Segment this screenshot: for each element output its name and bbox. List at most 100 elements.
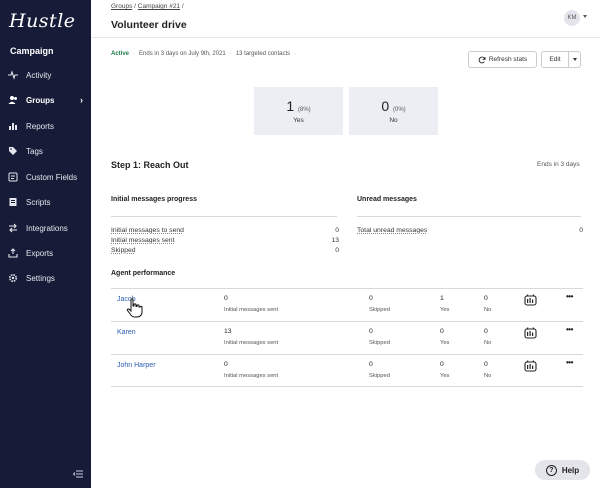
skipped-value: 0 bbox=[369, 295, 373, 302]
separator-dot: · bbox=[229, 51, 232, 57]
sidebar-item-exports[interactable]: Exports bbox=[0, 242, 91, 264]
targeted-contacts-text: 13 targeted contacts bbox=[235, 51, 291, 57]
chevron-down-icon bbox=[572, 58, 577, 61]
no-label: No bbox=[484, 307, 492, 313]
sidebar-item-custom-fields[interactable]: Custom Fields bbox=[0, 166, 91, 188]
progress-row-skipped: Skipped 0 bbox=[111, 247, 339, 254]
hustle-logo[interactable]: Hustle bbox=[9, 10, 76, 32]
sidebar-item-label: Custom Fields bbox=[26, 172, 78, 182]
separator-dot: · bbox=[133, 51, 136, 57]
header-divider bbox=[91, 37, 600, 38]
progress-heading: Initial messages progress bbox=[111, 196, 197, 203]
breadcrumb-campaign[interactable]: Campaign #21 bbox=[138, 3, 180, 10]
sent-value: 0 bbox=[224, 295, 228, 302]
more-options-icon[interactable]: ••• bbox=[566, 292, 573, 301]
skipped-value: 0 bbox=[369, 361, 373, 368]
hand-pointer-cursor-icon bbox=[126, 298, 143, 318]
sidebar-item-label: Activity bbox=[26, 70, 52, 80]
step-title: Step 1: Reach Out bbox=[111, 160, 189, 170]
yes-value: 0 bbox=[440, 361, 444, 368]
chevron-down-icon[interactable] bbox=[583, 15, 587, 18]
collapse-sidebar-icon[interactable] bbox=[73, 470, 83, 478]
unread-divider bbox=[357, 216, 581, 217]
unread-row-label: Total unread messages bbox=[357, 227, 428, 234]
main-content: Groups / Campaign #21 / Volunteer drive … bbox=[91, 0, 600, 488]
custom-fields-icon bbox=[8, 172, 18, 182]
avatar[interactable]: KM bbox=[564, 10, 580, 26]
progress-divider bbox=[111, 216, 337, 217]
progress-row-value: 0 bbox=[335, 227, 339, 234]
gear-icon bbox=[8, 273, 18, 283]
campaign-status-line: Active · Ends in 3 days on July 9th, 202… bbox=[111, 51, 296, 57]
yes-value: 1 bbox=[440, 295, 444, 302]
table-row: Jacob 0 Initial messages sent 0 Skipped … bbox=[111, 288, 583, 321]
sidebar: Hustle Campaign Activity Groups › Report… bbox=[0, 0, 91, 488]
sidebar-item-activity[interactable]: Activity bbox=[0, 64, 91, 86]
sidebar-item-settings[interactable]: Settings bbox=[0, 267, 91, 289]
scripts-icon bbox=[8, 197, 18, 207]
refresh-stats-label: Refresh stats bbox=[488, 56, 528, 63]
stat-value: 1 bbox=[286, 98, 295, 114]
sent-value: 13 bbox=[224, 328, 232, 335]
stat-label: Yes bbox=[293, 117, 304, 124]
refresh-stats-button[interactable]: Refresh stats bbox=[468, 51, 537, 68]
no-label: No bbox=[484, 340, 492, 346]
help-button[interactable]: ? Help bbox=[535, 460, 590, 480]
sidebar-item-integrations[interactable]: Integrations bbox=[0, 217, 91, 239]
tag-icon bbox=[8, 146, 18, 156]
sent-value: 0 bbox=[224, 361, 228, 368]
breadcrumb: Groups / Campaign #21 / bbox=[111, 3, 184, 10]
impersonate-agent-icon[interactable] bbox=[524, 327, 537, 339]
activity-icon bbox=[8, 70, 18, 80]
edit-button[interactable]: Edit bbox=[541, 51, 569, 68]
impersonate-agent-icon[interactable] bbox=[524, 360, 537, 372]
sidebar-item-label: Exports bbox=[26, 248, 54, 258]
stat-card-no: 0 (0%) No bbox=[349, 87, 438, 135]
skipped-label: Skipped bbox=[369, 373, 390, 379]
sidebar-item-groups[interactable]: Groups › bbox=[0, 89, 91, 111]
sidebar-item-label: Groups bbox=[26, 95, 55, 105]
more-options-icon[interactable]: ••• bbox=[566, 358, 573, 367]
end-date-text: Ends in 3 days on July 9th, 2021 bbox=[139, 51, 226, 57]
reports-icon bbox=[8, 121, 18, 131]
sent-label: Initial messages sent bbox=[224, 307, 279, 313]
sidebar-item-label: Reports bbox=[26, 121, 55, 131]
separator-dot: · bbox=[294, 51, 297, 57]
breadcrumb-separator: / bbox=[134, 3, 136, 10]
table-row: Karen 13 Initial messages sent 0 Skipped… bbox=[111, 321, 583, 354]
sidebar-item-scripts[interactable]: Scripts bbox=[0, 191, 91, 213]
yes-label: Yes bbox=[440, 373, 450, 379]
edit-dropdown-button[interactable] bbox=[569, 51, 581, 68]
sidebar-item-label: Scripts bbox=[26, 197, 51, 207]
progress-row-value: 0 bbox=[335, 247, 339, 254]
stat-label: No bbox=[389, 117, 398, 124]
progress-row-to-send: Initial messages to send 0 bbox=[111, 227, 339, 234]
sidebar-item-label: Integrations bbox=[26, 223, 68, 233]
sent-label: Initial messages sent bbox=[224, 340, 279, 346]
yes-label: Yes bbox=[440, 340, 450, 346]
progress-row-sent: Initial messages sent 13 bbox=[111, 237, 339, 244]
progress-row-label: Initial messages sent bbox=[111, 237, 175, 244]
sidebar-item-label: Settings bbox=[26, 273, 55, 283]
refresh-icon bbox=[478, 56, 486, 63]
agent-name-link[interactable]: Karen bbox=[117, 329, 136, 336]
unread-row-total: Total unread messages 0 bbox=[357, 227, 583, 234]
no-value: 0 bbox=[484, 361, 488, 368]
no-label: No bbox=[484, 373, 492, 379]
no-value: 0 bbox=[484, 295, 488, 302]
integrations-icon bbox=[8, 223, 18, 233]
agent-name-link[interactable]: John Harper bbox=[117, 362, 156, 369]
more-options-icon[interactable]: ••• bbox=[566, 325, 573, 334]
chevron-right-icon: › bbox=[80, 95, 83, 105]
sent-label: Initial messages sent bbox=[224, 373, 279, 379]
sidebar-item-tags[interactable]: Tags bbox=[0, 140, 91, 162]
progress-row-value: 13 bbox=[331, 237, 339, 244]
unread-heading: Unread messages bbox=[357, 196, 417, 203]
unread-row-value: 0 bbox=[579, 227, 583, 234]
step-ends-text: Ends in 3 days bbox=[537, 161, 580, 168]
sidebar-item-label: Tags bbox=[26, 146, 43, 156]
breadcrumb-groups[interactable]: Groups bbox=[111, 3, 132, 10]
sidebar-item-reports[interactable]: Reports bbox=[0, 115, 91, 137]
impersonate-agent-icon[interactable] bbox=[524, 294, 537, 306]
skipped-label: Skipped bbox=[369, 340, 390, 346]
